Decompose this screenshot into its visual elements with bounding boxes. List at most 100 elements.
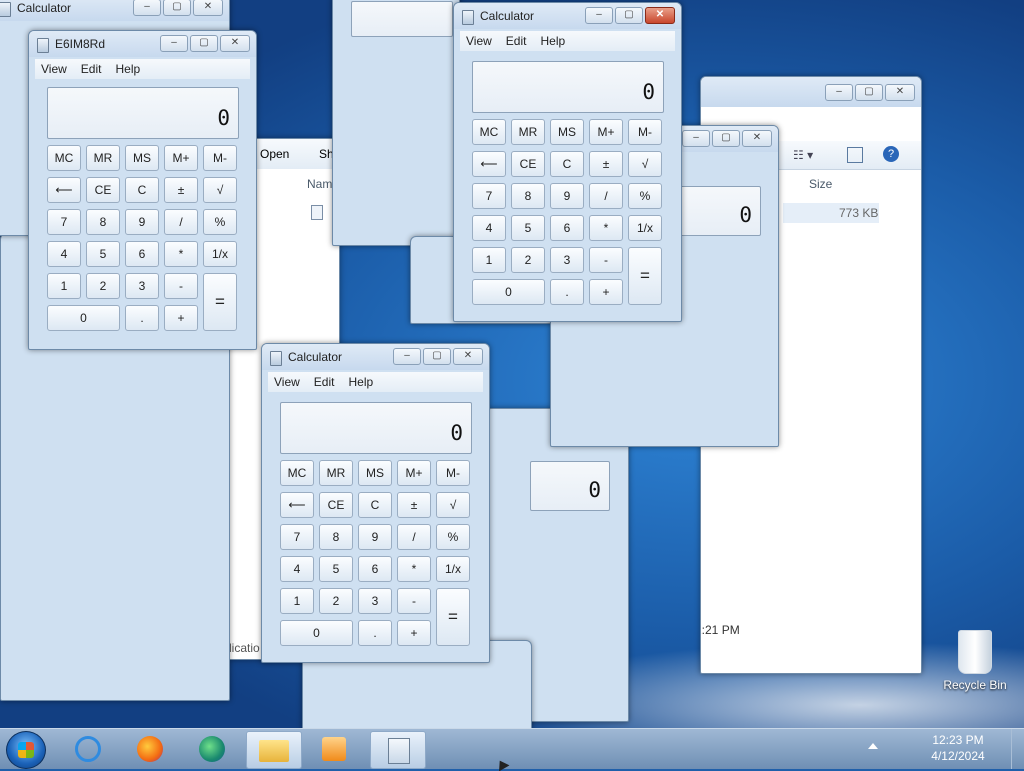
menu-view[interactable]: View [274, 372, 300, 392]
key-2-button[interactable]: 2 [511, 247, 545, 273]
menu-edit[interactable]: Edit [506, 31, 527, 51]
menu-help[interactable]: Help [540, 31, 565, 51]
key-m-plus-button[interactable]: M+ [164, 145, 198, 171]
key-multiply-button[interactable]: * [397, 556, 431, 582]
close-button[interactable]: ✕ [193, 0, 223, 16]
key-1-button[interactable]: 1 [472, 247, 506, 273]
key-add-button[interactable]: + [589, 279, 623, 305]
column-size[interactable]: Size [809, 177, 832, 191]
minimize-button[interactable]: – [585, 7, 613, 24]
key-7-button[interactable]: 7 [280, 524, 314, 550]
calculator-window-center[interactable]: Calculator – ▢ ✕ View Edit Help 0 MC MR MS… [261, 343, 490, 663]
key-backspace-button[interactable]: ⟵ [47, 177, 81, 203]
key-clear-entry-button[interactable]: CE [319, 492, 353, 518]
key-m-plus-button[interactable]: M+ [397, 460, 431, 486]
key-mr-button[interactable]: MR [86, 145, 120, 171]
key-percent-button[interactable]: % [628, 183, 662, 209]
taskbar-calculator[interactable] [370, 731, 426, 769]
minimize-button[interactable]: – [393, 348, 421, 365]
key-9-button[interactable]: 9 [358, 524, 392, 550]
clock[interactable]: 12:23 PM 4/12/2024 [918, 732, 998, 764]
taskbar-firefox[interactable] [124, 731, 178, 767]
key-0-button[interactable]: 0 [472, 279, 545, 305]
key-6-button[interactable]: 6 [358, 556, 392, 582]
key-backspace-button[interactable]: ⟵ [472, 151, 506, 177]
recycle-bin[interactable]: Recycle Bin [940, 630, 1010, 692]
key-mc-button[interactable]: MC [472, 119, 506, 145]
menu-view[interactable]: View [466, 31, 492, 51]
key-0-button[interactable]: 0 [47, 305, 120, 331]
key-mr-button[interactable]: MR [319, 460, 353, 486]
key-decimal-button[interactable]: . [550, 279, 584, 305]
calculator-window-e6im8rd[interactable]: E6IM8Rd – ▢ ✕ View Edit Help 0 MC MR MS M+ M… [28, 30, 257, 350]
key-reciprocal-button[interactable]: 1/x [436, 556, 470, 582]
calculator-titlebar[interactable]: Calculator – ▢ ✕ [262, 344, 489, 370]
key-decimal-button[interactable]: . [358, 620, 392, 646]
key-mc-button[interactable]: MC [47, 145, 81, 171]
menu-edit[interactable]: Edit [81, 59, 102, 79]
key-mr-button[interactable]: MR [511, 119, 545, 145]
key-1-button[interactable]: 1 [280, 588, 314, 614]
key-6-button[interactable]: 6 [125, 241, 159, 267]
key-clear-button[interactable]: C [550, 151, 584, 177]
key-5-button[interactable]: 5 [86, 241, 120, 267]
taskbar-file-explorer[interactable] [246, 731, 302, 769]
key-0-button[interactable]: 0 [280, 620, 353, 646]
key-3-button[interactable]: 3 [550, 247, 584, 273]
key-3-button[interactable]: 3 [125, 273, 159, 299]
key-m-minus-button[interactable]: M- [203, 145, 237, 171]
key-backspace-button[interactable]: ⟵ [280, 492, 314, 518]
show-hidden-icons-button[interactable] [868, 743, 878, 749]
key-=-button[interactable]: = [628, 247, 662, 305]
key-sqrt-button[interactable]: √ [203, 177, 237, 203]
minimize-button[interactable]: – [133, 0, 161, 16]
key-percent-button[interactable]: % [436, 524, 470, 550]
maximize-button[interactable]: ▢ [712, 130, 740, 147]
key-9-button[interactable]: 9 [125, 209, 159, 235]
key-ms-button[interactable]: MS [125, 145, 159, 171]
key-multiply-button[interactable]: * [589, 215, 623, 241]
key-clear-button[interactable]: C [358, 492, 392, 518]
calculator-window-bg-top-center[interactable] [332, 0, 460, 246]
key-clear-button[interactable]: C [125, 177, 159, 203]
menu-edit[interactable]: Edit [314, 372, 335, 392]
calculator-titlebar[interactable]: Calculator – ▢ ✕ [0, 0, 229, 21]
maximize-button[interactable]: ▢ [163, 0, 191, 16]
key-sqrt-button[interactable]: √ [436, 492, 470, 518]
key-8-button[interactable]: 8 [319, 524, 353, 550]
close-button[interactable]: ✕ [453, 348, 483, 365]
help-icon[interactable]: ? [883, 146, 899, 162]
key-5-button[interactable]: 5 [319, 556, 353, 582]
taskbar-edge[interactable] [186, 731, 240, 767]
key-subtract-button[interactable]: - [397, 588, 431, 614]
maximize-button[interactable]: ▢ [855, 84, 883, 101]
calculator-titlebar[interactable]: E6IM8Rd – ▢ ✕ [29, 31, 256, 57]
view-options-icon[interactable]: ☷ ▾ [793, 148, 813, 162]
key-reciprocal-button[interactable]: 1/x [628, 215, 662, 241]
calculator-window-active[interactable]: Calculator – ▢ ✕ View Edit Help 0 MC MR MS… [453, 2, 682, 322]
key-clear-entry-button[interactable]: CE [511, 151, 545, 177]
explorer-titlebar[interactable]: – ▢ ✕ [701, 77, 921, 107]
close-button[interactable]: ✕ [645, 7, 675, 24]
taskbar-internet-explorer[interactable] [62, 731, 116, 767]
key-subtract-button[interactable]: - [164, 273, 198, 299]
menu-view[interactable]: View [41, 59, 67, 79]
show-desktop-button[interactable] [1011, 729, 1024, 769]
maximize-button[interactable]: ▢ [615, 7, 643, 24]
key-=-button[interactable]: = [203, 273, 237, 331]
key-ms-button[interactable]: MS [358, 460, 392, 486]
key-multiply-button[interactable]: * [164, 241, 198, 267]
key-8-button[interactable]: 8 [511, 183, 545, 209]
key-6-button[interactable]: 6 [550, 215, 584, 241]
menu-help[interactable]: Help [115, 59, 140, 79]
key-mc-button[interactable]: MC [280, 460, 314, 486]
key-percent-button[interactable]: % [203, 209, 237, 235]
key-clear-entry-button[interactable]: CE [86, 177, 120, 203]
minimize-button[interactable]: – [682, 130, 710, 147]
key-=-button[interactable]: = [436, 588, 470, 646]
column-name[interactable]: Nam [307, 177, 332, 191]
start-button[interactable] [6, 731, 46, 769]
key-1-button[interactable]: 1 [47, 273, 81, 299]
key-4-button[interactable]: 4 [472, 215, 506, 241]
key-reciprocal-button[interactable]: 1/x [203, 241, 237, 267]
